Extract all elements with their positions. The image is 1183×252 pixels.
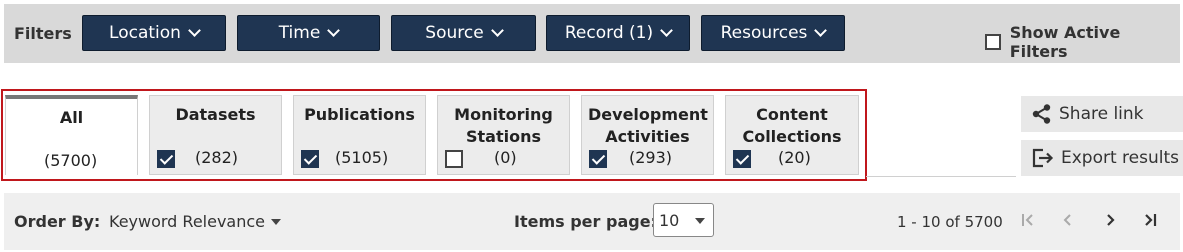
record-filter-button[interactable]: Record (1) — [546, 15, 690, 51]
results-range: 1 - 10 of 5700 — [897, 213, 1003, 231]
share-icon — [1032, 104, 1051, 124]
results-toolbar: Order By: Keyword Relevance Items per pa… — [4, 193, 1180, 250]
last-page-icon — [1145, 214, 1157, 226]
show-active-filters-label: Show Active Filters — [1009, 23, 1121, 61]
items-per-page-label: Items per page: — [514, 212, 657, 231]
chevron-down-icon — [814, 24, 828, 37]
prev-page-button[interactable] — [1055, 206, 1081, 234]
filter-bar: Filters Location Time Source Record (1) … — [4, 4, 1180, 63]
first-page-icon — [1022, 214, 1033, 226]
source-filter-button[interactable]: Source — [391, 15, 536, 51]
next-page-icon — [1107, 214, 1115, 226]
resources-filter-button[interactable]: Resources — [701, 15, 845, 51]
prev-page-icon — [1063, 214, 1071, 226]
show-active-filters-checkbox[interactable] — [985, 34, 1001, 50]
show-active-filters-toggle[interactable]: Show Active Filters — [985, 23, 1180, 61]
filters-label: Filters — [14, 24, 72, 43]
time-filter-button[interactable]: Time — [237, 15, 380, 51]
share-link-button[interactable]: Share link — [1021, 96, 1183, 132]
items-per-page-select[interactable]: 10 — [653, 203, 714, 237]
last-page-button[interactable] — [1137, 206, 1163, 234]
location-filter-label: Location — [109, 23, 181, 43]
time-filter-label: Time — [278, 23, 321, 43]
record-filter-label: Record (1) — [564, 23, 654, 43]
resources-filter-label: Resources — [720, 23, 808, 43]
first-page-button[interactable] — [1015, 206, 1041, 234]
caret-down-icon — [271, 218, 282, 225]
order-by-dropdown[interactable]: Keyword Relevance — [109, 212, 282, 231]
tab-group-highlight — [1, 89, 867, 181]
caret-down-icon — [695, 218, 705, 224]
order-by-value: Keyword Relevance — [109, 212, 266, 231]
source-filter-label: Source — [425, 23, 484, 43]
share-link-label: Share link — [1059, 104, 1144, 124]
chevron-down-icon — [327, 24, 341, 37]
export-results-button[interactable]: Export results — [1021, 140, 1183, 176]
next-page-button[interactable] — [1097, 206, 1123, 234]
export-icon — [1032, 148, 1054, 168]
chevron-down-icon — [188, 24, 201, 37]
chevron-down-icon — [490, 24, 504, 37]
order-by-label: Order By: — [14, 212, 101, 231]
tab-divider — [866, 176, 1016, 177]
items-per-page-value: 10 — [659, 210, 680, 230]
chevron-down-icon — [660, 24, 673, 37]
export-results-label: Export results — [1061, 148, 1180, 168]
location-filter-button[interactable]: Location — [82, 15, 226, 51]
